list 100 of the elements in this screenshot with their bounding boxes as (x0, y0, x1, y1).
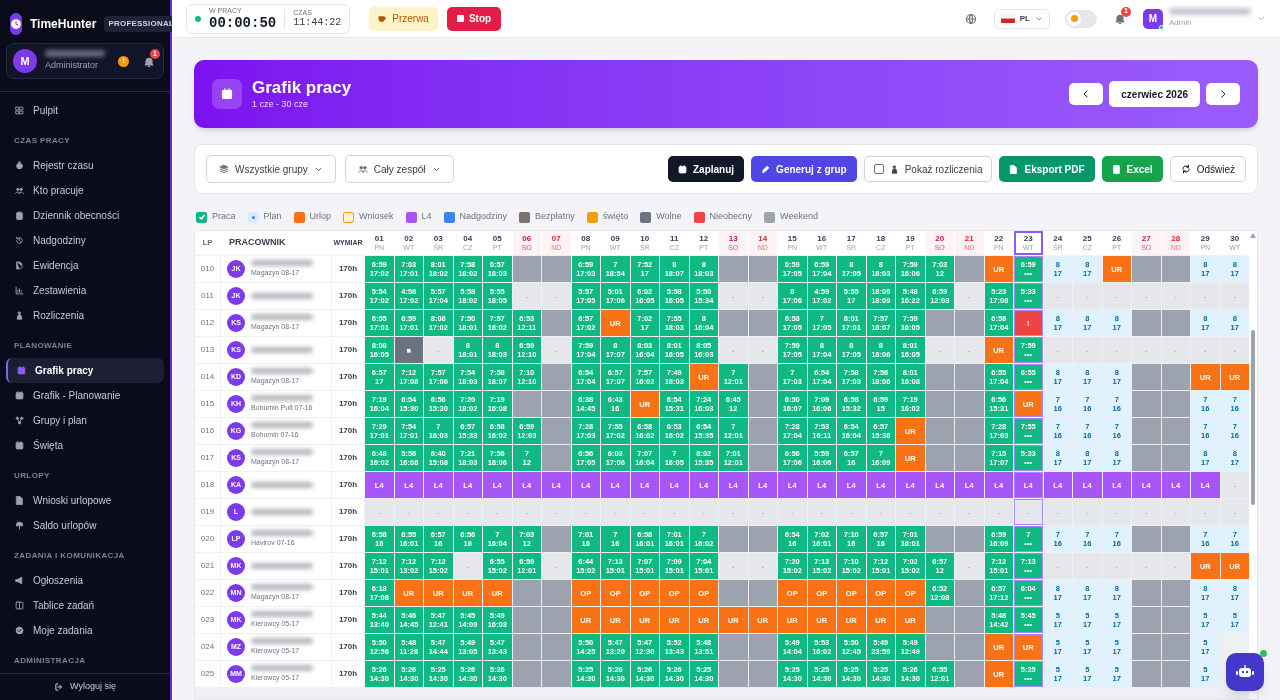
nav-item[interactable]: Grafik - Planowanie (6, 382, 164, 408)
schedule-cell[interactable] (1161, 661, 1190, 687)
nav-item[interactable]: Kto pracuje (6, 177, 164, 203)
schedule-cell[interactable] (542, 256, 571, 282)
caret-icon[interactable] (1257, 14, 1266, 23)
checkbox[interactable] (873, 164, 884, 174)
schedule-cell[interactable] (748, 256, 777, 282)
nav-item[interactable]: Grupy i plan (6, 407, 164, 433)
schedule-cell[interactable] (719, 634, 748, 660)
schedule-cell[interactable] (1132, 445, 1161, 471)
schedule-cell[interactable] (542, 661, 571, 687)
schedule-cell[interactable] (955, 661, 984, 687)
nav-item[interactable]: Saldo urlopów (6, 512, 164, 538)
schedule-cell[interactable] (925, 310, 954, 336)
nav-item[interactable]: Moje zadania (6, 617, 164, 643)
schedule-cell[interactable] (542, 310, 571, 336)
schedule-cell[interactable] (955, 310, 984, 336)
schedule-cell[interactable] (542, 391, 571, 417)
schedule-cell[interactable] (1161, 364, 1190, 390)
schedule-cell[interactable] (1132, 634, 1161, 660)
schedule-cell[interactable] (719, 661, 748, 687)
nav-item[interactable]: Ewidencja (6, 252, 164, 278)
schedule-cell[interactable] (542, 607, 571, 633)
schedule-cell[interactable] (955, 391, 984, 417)
schedule-cell[interactable] (1161, 391, 1190, 417)
schedule-cell[interactable] (955, 418, 984, 444)
nav-item[interactable]: Dziennik obecności (6, 202, 164, 228)
scroll-up-arrow-icon[interactable] (1250, 233, 1256, 238)
nav-item[interactable]: Nadgodziny (6, 227, 164, 253)
break-button[interactable]: Przerwa (369, 6, 438, 31)
schedule-cell[interactable] (719, 580, 748, 606)
schedule-cell[interactable] (925, 364, 954, 390)
schedule-cell[interactable] (1132, 256, 1161, 282)
schedule-cell[interactable] (542, 445, 571, 471)
schedule-cell[interactable] (748, 661, 777, 687)
schedule-cell[interactable] (512, 580, 541, 606)
bell-icon[interactable] (143, 56, 155, 68)
schedule-cell[interactable] (748, 580, 777, 606)
schedule-cell[interactable] (1132, 580, 1161, 606)
schedule-cell[interactable] (955, 580, 984, 606)
schedule-cell[interactable] (1161, 445, 1190, 471)
stop-button[interactable]: Stop (446, 6, 502, 31)
nav-item[interactable]: Grafik pracy (6, 357, 164, 383)
schedule-cell[interactable] (925, 607, 954, 633)
schedule-cell[interactable] (719, 256, 748, 282)
schedule-cell[interactable] (748, 634, 777, 660)
schedule-cell[interactable] (512, 634, 541, 660)
schedule-cell[interactable] (1132, 607, 1161, 633)
excel-button[interactable]: Excel (1101, 156, 1163, 182)
schedule-cell[interactable] (1132, 391, 1161, 417)
nav-item[interactable]: Zestawienia (6, 277, 164, 303)
bell-icon[interactable] (1114, 12, 1126, 25)
settlements-checkbox[interactable]: Pokaż rozliczenia (863, 156, 993, 182)
nav-item[interactable]: Rozliczenia (6, 302, 164, 328)
schedule-cell[interactable] (719, 310, 748, 336)
language-select[interactable]: PL (993, 8, 1050, 29)
schedule-cell[interactable] (512, 256, 541, 282)
schedule-cell[interactable] (542, 634, 571, 660)
schedule-cell[interactable] (925, 634, 954, 660)
month-button[interactable]: czerwiec 2026 (1109, 81, 1200, 107)
schedule-cell[interactable] (1132, 526, 1161, 552)
schedule-cell[interactable] (512, 391, 541, 417)
plan-button[interactable]: Zaplanuj (668, 156, 745, 182)
theme-toggle[interactable] (1065, 9, 1097, 28)
schedule-cell[interactable] (748, 418, 777, 444)
user-avatar[interactable]: M (1143, 8, 1163, 29)
schedule-cell[interactable] (925, 445, 954, 471)
schedule-cell[interactable] (1132, 364, 1161, 390)
schedule-cell[interactable] (542, 364, 571, 390)
schedule-cell[interactable] (1161, 310, 1190, 336)
schedule-cell[interactable] (1132, 310, 1161, 336)
nav-item[interactable]: Rejestr czasu (6, 152, 164, 178)
nav-item[interactable]: Tablice zadań (6, 592, 164, 618)
previous-month-button[interactable] (1069, 83, 1104, 105)
group-filter-dropdown[interactable]: Wszystkie grupy (206, 155, 336, 183)
schedule-cell[interactable] (748, 526, 777, 552)
schedule-cell[interactable] (542, 418, 571, 444)
schedule-cell[interactable] (512, 607, 541, 633)
schedule-cell[interactable] (512, 661, 541, 687)
schedule-cell[interactable] (1161, 634, 1190, 660)
logout-button[interactable]: Wyloguj się (54, 680, 116, 694)
schedule-cell[interactable] (955, 256, 984, 282)
schedule-cell[interactable] (542, 526, 571, 552)
schedule-cell[interactable] (955, 634, 984, 660)
schedule-cell[interactable] (955, 364, 984, 390)
schedule-cell[interactable] (955, 526, 984, 552)
schedule-cell[interactable] (955, 607, 984, 633)
schedule-cell[interactable] (925, 391, 954, 417)
schedule-cell[interactable] (1132, 661, 1161, 687)
schedule-cell[interactable] (542, 580, 571, 606)
schedule-cell[interactable] (1161, 607, 1190, 633)
nav-item[interactable]: Wnioski urlopowe (6, 487, 164, 513)
schedule-cell[interactable] (925, 526, 954, 552)
chatbot-button[interactable] (1226, 653, 1264, 691)
refresh-button[interactable]: Odśwież (1169, 156, 1246, 182)
schedule-cell[interactable] (748, 310, 777, 336)
schedule-cell[interactable] (1161, 580, 1190, 606)
nav-item[interactable]: Święta (6, 432, 164, 458)
schedule-cell[interactable] (748, 445, 777, 471)
nav-item[interactable]: Ogłoszenia (6, 567, 164, 593)
